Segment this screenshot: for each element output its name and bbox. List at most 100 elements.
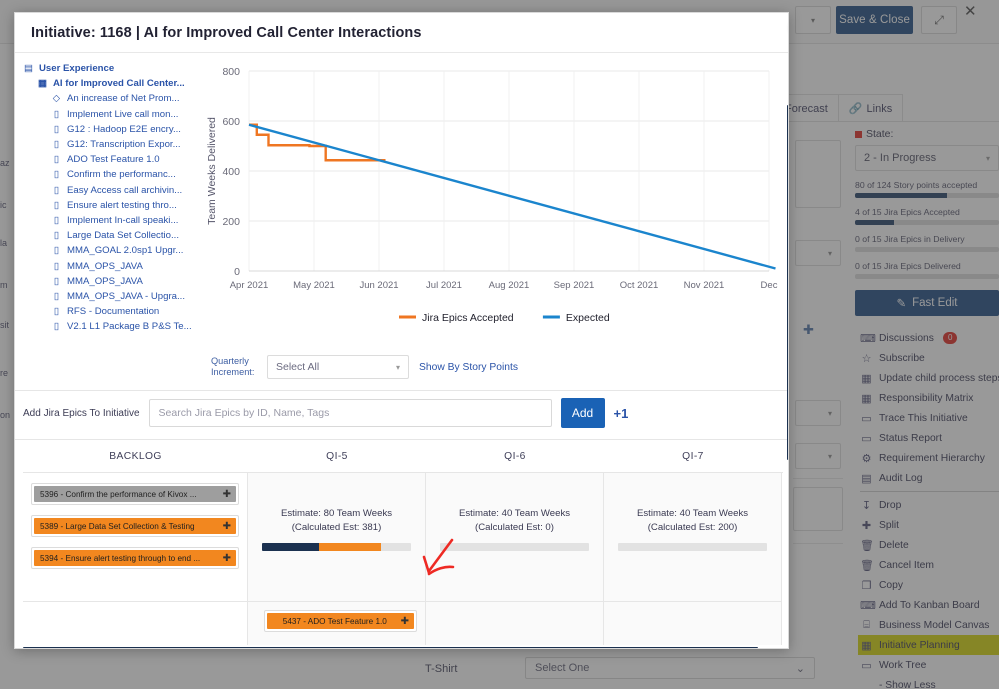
column-header-qi6: QI-6	[504, 451, 526, 462]
board-column-qi6[interactable]: Estimate: 40 Team Weeks (Calculated Est:…	[426, 473, 604, 645]
estimate-line: Estimate: 40 Team Weeks	[458, 508, 571, 519]
tree-item-epic[interactable]: ▯ Easy Access call archivin...	[23, 183, 201, 198]
document-icon: ▯	[53, 306, 60, 318]
svg-text:Team Weeks Delivered: Team Weeks Delivered	[206, 117, 218, 225]
document-icon: ▯	[53, 154, 60, 166]
qi6-lane-bottom[interactable]	[426, 601, 603, 645]
estimate-line: Estimate: 80 Team Weeks	[280, 508, 393, 519]
svg-text:May 2021: May 2021	[293, 280, 335, 291]
qi7-lane-bottom[interactable]	[604, 601, 781, 645]
card-title: 5437 - ADO Test Feature 1.0	[282, 616, 387, 626]
svg-text:800: 800	[222, 66, 240, 78]
board-card[interactable]: 5394 - Ensure alert testing through to e…	[31, 547, 239, 569]
tree-item-epic[interactable]: ▯ MMA_OPS_JAVA	[23, 258, 201, 273]
calculated-estimate-line: (Calculated Est: 381)	[291, 521, 382, 533]
qi7-capacity-bar	[618, 542, 767, 551]
burndown-chart-svg: 0 200 400 600 800 Apr 2021 May 2021 Jun 2021 Jul…	[206, 66, 778, 324]
quarterly-increment-select[interactable]: Select All ▾	[267, 355, 409, 379]
search-epics-input[interactable]: Search Jira Epics by ID, Name, Tags	[148, 399, 552, 427]
qi7-lane[interactable]: Estimate: 40 Team Weeks (Calculated Est:…	[604, 473, 781, 601]
folder-icon: ▤	[23, 63, 34, 75]
document-icon: ▯	[53, 275, 60, 287]
tree-item-epic[interactable]: ▯ Ensure alert testing thro...	[23, 198, 201, 213]
initiative-tree: ▤ User Experience ▦ AI for Improved Call…	[15, 53, 201, 343]
divider	[15, 439, 788, 440]
tree-item-epic[interactable]: ▯ MMA_GOAL 2.0sp1 Upgr...	[23, 243, 201, 258]
tree-item-epic[interactable]: ▯ G12 : Hadoop E2E encry...	[23, 122, 201, 137]
page-title: Initiative: 1168 | AI for Improved Call …	[31, 24, 422, 41]
document-icon: ▯	[53, 290, 60, 302]
qi5-lane[interactable]: Estimate: 80 Team Weeks (Calculated Est:…	[248, 473, 425, 601]
tree-item-epic[interactable]: ▯ Large Data Set Collectio...	[23, 228, 201, 243]
grid-icon: ▦	[37, 78, 48, 90]
search-epics-placeholder: Search Jira Epics by ID, Name, Tags	[158, 407, 330, 419]
add-icon[interactable]: ✚	[223, 553, 231, 564]
calculated-estimate-line: (Calculated Est: 0)	[475, 521, 554, 533]
tree-item-epic[interactable]: ▯ V2.1 L1 Package B P&S Te...	[23, 319, 201, 334]
tree-item-epic[interactable]: ▯ Confirm the performanc...	[23, 167, 201, 182]
modal-header: Initiative: 1168 | AI for Improved Call …	[15, 13, 788, 53]
backlog-lane-bottom[interactable]	[23, 601, 247, 645]
qi6-estimate-block: Estimate: 40 Team Weeks (Calculated Est:…	[434, 483, 595, 535]
add-icon[interactable]: ✚	[401, 616, 409, 627]
chart-controls: Quarterly Increment: Select All ▾ Show B…	[211, 355, 518, 379]
qi6-lane[interactable]: Estimate: 40 Team Weeks (Calculated Est:…	[426, 473, 603, 601]
svg-text:400: 400	[222, 166, 240, 178]
tree-item-epic[interactable]: ▯ Implement Live call mon...	[23, 107, 201, 122]
svg-text:200: 200	[222, 216, 240, 228]
tree-item-initiative[interactable]: ▦ AI for Improved Call Center...	[23, 76, 201, 91]
initiative-planning-modal: Initiative: 1168 | AI for Improved Call …	[14, 12, 789, 649]
column-header-qi7: QI-7	[682, 451, 704, 462]
card-title: 5396 - Confirm the performance of Kivox …	[40, 489, 197, 499]
qi5-lane-bottom[interactable]: 5437 - ADO Test Feature 1.0 ✚	[248, 601, 425, 645]
document-icon: ▯	[53, 123, 60, 135]
document-icon: ▯	[53, 230, 60, 242]
document-icon: ▯	[53, 108, 60, 120]
qi5-capacity-bar	[262, 542, 411, 551]
tree-item-epic[interactable]: ▯ RFS - Documentation	[23, 304, 201, 319]
document-icon: ▯	[53, 321, 60, 333]
document-icon: ▯	[53, 245, 60, 257]
qi5-estimate-block: Estimate: 80 Team Weeks (Calculated Est:…	[256, 483, 417, 535]
tree-item-epic[interactable]: ▯ ADO Test Feature 1.0	[23, 152, 201, 167]
document-icon: ▯	[53, 184, 60, 196]
add-button[interactable]: Add	[560, 398, 605, 428]
board-column-qi7[interactable]: Estimate: 40 Team Weeks (Calculated Est:…	[604, 473, 782, 645]
add-counter-badge: +1	[613, 405, 629, 421]
board-card[interactable]: 5396 - Confirm the performance of Kivox …	[31, 483, 239, 505]
show-by-story-points-link[interactable]: Show By Story Points	[419, 362, 518, 373]
planning-board: BACKLOG QI-5 QI-6 QI-7 5396 - Confirm th…	[23, 441, 783, 645]
card-title: 5394 - Ensure alert testing through to e…	[40, 553, 201, 563]
tree-item-epic[interactable]: ▯ MMA_OPS_JAVA	[23, 274, 201, 289]
vertical-scrollbar[interactable]	[787, 105, 788, 460]
tree-item-user-experience[interactable]: ▤ User Experience	[23, 61, 201, 76]
tree-item-epic[interactable]: ▯ MMA_OPS_JAVA - Upgra...	[23, 289, 201, 304]
calculated-estimate-line: (Calculated Est: 200)	[647, 521, 738, 533]
divider	[15, 390, 788, 391]
board-column-backlog[interactable]: 5396 - Confirm the performance of Kivox …	[23, 473, 248, 645]
svg-text:Jul 2021: Jul 2021	[426, 280, 462, 291]
board-card[interactable]: 5437 - ADO Test Feature 1.0 ✚	[264, 610, 417, 632]
document-icon: ▯	[53, 169, 60, 181]
add-icon[interactable]: ✚	[223, 489, 231, 500]
quarterly-increment-label: Quarterly Increment:	[211, 356, 255, 377]
horizontal-scrollbar[interactable]	[23, 647, 758, 648]
svg-text:0: 0	[234, 266, 240, 278]
svg-text:Oct 2021: Oct 2021	[620, 280, 659, 291]
tree-item-epic[interactable]: ▯ Implement In-call speaki...	[23, 213, 201, 228]
backlog-lane[interactable]: 5396 - Confirm the performance of Kivox …	[23, 473, 247, 601]
add-epics-row: Add Jira Epics To Initiative Search Jira…	[23, 398, 628, 428]
svg-text:Nov 2021: Nov 2021	[684, 280, 725, 291]
document-icon: ▯	[53, 139, 60, 151]
add-icon[interactable]: ✚	[223, 521, 231, 532]
card-title: 5389 - Large Data Set Collection & Testi…	[40, 521, 195, 531]
tree-item-goal[interactable]: ◇ An increase of Net Prom...	[23, 91, 201, 106]
svg-text:Jira Epics Accepted: Jira Epics Accepted	[422, 312, 514, 324]
board-card[interactable]: 5389 - Large Data Set Collection & Testi…	[31, 515, 239, 537]
document-icon: ▯	[53, 214, 60, 226]
qi7-estimate-block: Estimate: 40 Team Weeks (Calculated Est:…	[612, 483, 773, 535]
tree-item-epic[interactable]: ▯ G12: Transcription Expor...	[23, 137, 201, 152]
board-column-qi5[interactable]: Estimate: 80 Team Weeks (Calculated Est:…	[248, 473, 426, 645]
diamond-icon: ◇	[52, 93, 61, 105]
estimate-line: Estimate: 40 Team Weeks	[636, 508, 749, 519]
